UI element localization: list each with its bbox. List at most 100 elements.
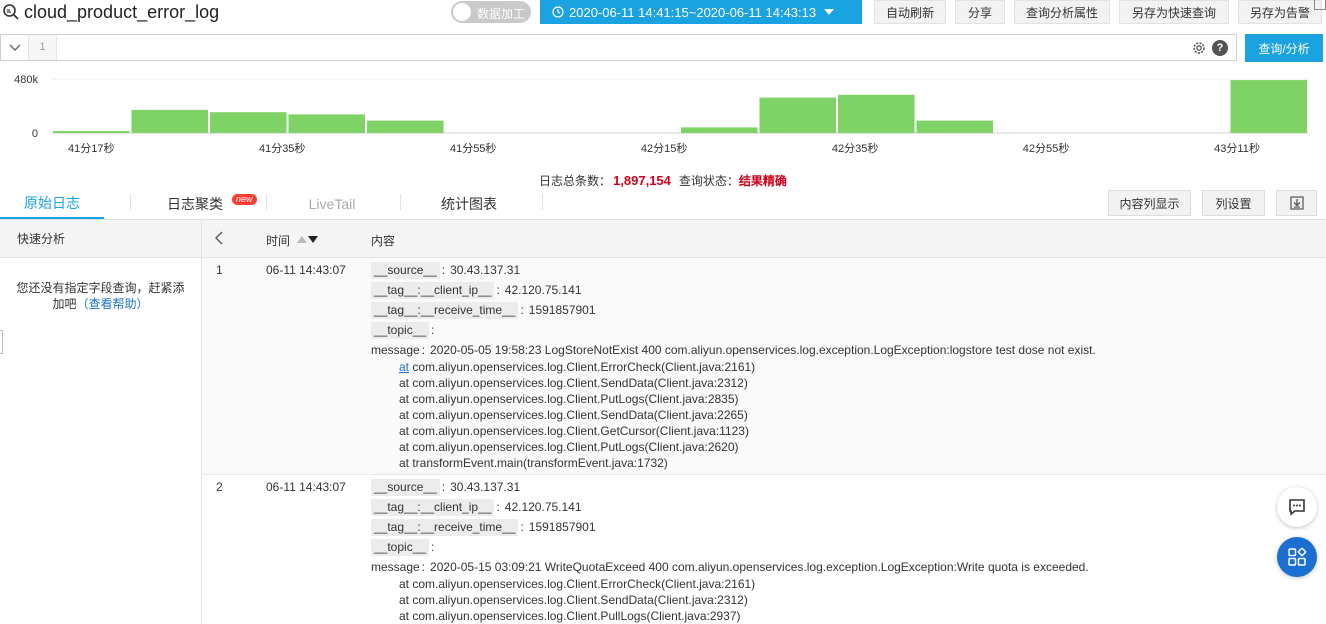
query-status-value: 结果精确 bbox=[738, 174, 787, 188]
apps-menu-button[interactable] bbox=[1277, 537, 1317, 577]
stack-trace: at com.aliyun.openservices.log.Client.Er… bbox=[371, 576, 1326, 624]
log-service-console: cloud_product_error_log 数据加工 2020-06-11 … bbox=[0, 0, 1326, 624]
stack-line: at com.aliyun.openservices.log.Client.Ge… bbox=[399, 424, 749, 438]
y-tick-label: 0 bbox=[32, 128, 38, 140]
field-value[interactable]: 1591857901 bbox=[529, 519, 596, 535]
histogram-bar[interactable] bbox=[916, 120, 994, 133]
tab-livetail[interactable]: LiveTail bbox=[290, 188, 374, 219]
line-number: 1 bbox=[29, 35, 57, 60]
tab-log-cluster[interactable]: 日志聚类 bbox=[150, 188, 240, 219]
sidebar-resize-handle[interactable] bbox=[0, 330, 3, 354]
tab-raw-logs[interactable]: 原始日志 bbox=[0, 188, 104, 219]
field-value[interactable]: 1591857901 bbox=[529, 302, 596, 318]
field-key[interactable]: __tag__:__client_ip__ bbox=[371, 281, 495, 299]
more-icon[interactable] bbox=[1314, 0, 1326, 10]
search-icon[interactable] bbox=[2, 3, 20, 21]
stack-text: com.aliyun.openservices.log.Client.Error… bbox=[409, 360, 756, 374]
tab-log-cluster-label: 日志聚类 bbox=[167, 195, 223, 212]
content-column-display-button[interactable]: 内容列显示 bbox=[1108, 190, 1191, 216]
field-line: __tag__:__receive_time__:1591857901 bbox=[371, 517, 1326, 537]
apps-icon bbox=[1288, 547, 1307, 566]
editor-collapse-toggle[interactable] bbox=[1, 35, 29, 60]
field-key[interactable]: __source__ bbox=[371, 261, 440, 279]
field-line: __topic__: bbox=[371, 320, 1326, 340]
field-line: __source__:30.43.137.31 bbox=[371, 260, 1326, 280]
message-line: message:2020-05-05 19:58:23 LogStoreNotE… bbox=[371, 342, 1096, 358]
tab-statistics-chart[interactable]: 统计图表 bbox=[424, 188, 514, 219]
stack-line: at com.aliyun.openservices.log.Client.Pu… bbox=[399, 392, 739, 406]
histogram-bar[interactable] bbox=[838, 94, 915, 134]
histogram-bar[interactable] bbox=[367, 120, 444, 133]
query-input[interactable] bbox=[61, 37, 1181, 58]
message-value[interactable]: 2020-05-15 03:09:21 WriteQuotaExceed 400… bbox=[430, 559, 1089, 575]
auto-refresh-button[interactable]: 自动刷新 bbox=[874, 0, 946, 24]
y-tick-label: 480k bbox=[14, 74, 38, 86]
column-content: 内容 bbox=[371, 234, 396, 248]
field-key[interactable]: __topic__ bbox=[371, 538, 430, 556]
field-value[interactable]: 30.43.137.31 bbox=[450, 262, 520, 278]
download-button[interactable] bbox=[1276, 190, 1317, 216]
new-badge: new bbox=[232, 194, 257, 205]
help-link[interactable]: （查看帮助） bbox=[77, 297, 149, 311]
field-value[interactable]: 42.120.75.141 bbox=[505, 282, 582, 298]
data-processing-toggle[interactable]: 数据加工 bbox=[451, 1, 531, 23]
stack-link[interactable]: at bbox=[399, 360, 409, 374]
field-key[interactable]: __topic__ bbox=[371, 321, 430, 339]
field-key[interactable]: __tag__:__client_ip__ bbox=[371, 498, 495, 516]
x-tick-label: 42分35秒 bbox=[832, 141, 878, 155]
x-tick-label: 43分11秒 bbox=[1214, 141, 1260, 155]
field-key[interactable]: message bbox=[371, 559, 420, 575]
feedback-chat-button[interactable] bbox=[1277, 487, 1317, 527]
stack-line: at com.aliyun.openservices.log.Client.Er… bbox=[399, 577, 756, 591]
gear-icon[interactable] bbox=[1191, 40, 1207, 56]
histogram-bar[interactable] bbox=[681, 127, 758, 133]
share-button[interactable]: 分享 bbox=[955, 0, 1005, 24]
histogram-bar[interactable] bbox=[210, 112, 287, 133]
stack-line: at com.aliyun.openservices.log.Client.Er… bbox=[399, 359, 1326, 375]
message-value[interactable]: 2020-05-05 19:58:23 LogStoreNotExist 400… bbox=[430, 342, 1096, 358]
histogram-bar[interactable] bbox=[288, 114, 366, 133]
field-value[interactable]: 30.43.137.31 bbox=[450, 479, 520, 495]
quick-analysis-empty-note: 您还没有指定字段查询，赶紧添加吧（查看帮助） bbox=[0, 258, 201, 312]
download-icon bbox=[1289, 196, 1304, 210]
message-line: message:2020-05-15 03:09:21 WriteQuotaEx… bbox=[371, 559, 1089, 575]
save-quick-query-button[interactable]: 另存为快速查询 bbox=[1119, 0, 1229, 24]
row-index: 2 bbox=[216, 480, 223, 494]
stack-line: at com.aliyun.openservices.log.Client.Pu… bbox=[399, 440, 739, 454]
help-icon[interactable]: ? bbox=[1212, 40, 1228, 56]
histogram-bar[interactable] bbox=[1230, 80, 1308, 133]
field-key[interactable]: __tag__:__receive_time__ bbox=[371, 518, 519, 536]
time-range-picker[interactable]: 2020-06-11 14:41:15~2020-06-11 14:43:13 bbox=[540, 0, 862, 24]
tab-divider bbox=[130, 194, 131, 210]
histogram-bar[interactable] bbox=[131, 109, 209, 133]
tab-divider bbox=[542, 194, 543, 210]
save-alert-button[interactable]: 另存为告警 bbox=[1238, 0, 1322, 24]
query-attributes-button[interactable]: 查询分析属性 bbox=[1014, 0, 1110, 24]
query-editor: 1 ? bbox=[0, 34, 1237, 61]
x-tick-label: 42分55秒 bbox=[1023, 141, 1069, 155]
field-value[interactable]: 42.120.75.141 bbox=[505, 499, 582, 515]
field-key[interactable]: message bbox=[371, 342, 420, 358]
query-summary: 日志总条数： 1,897,154 查询状态：结果精确 bbox=[0, 172, 1326, 189]
field-key[interactable]: __source__ bbox=[371, 478, 440, 496]
query-analyze-button[interactable]: 查询/分析 bbox=[1245, 34, 1323, 62]
chevron-down-icon bbox=[9, 44, 20, 51]
sort-icon[interactable] bbox=[297, 235, 319, 243]
query-status-label: 查询状态： bbox=[678, 174, 739, 188]
stack-trace: at com.aliyun.openservices.log.Client.Er… bbox=[371, 359, 1326, 471]
field-line: __source__:30.43.137.31 bbox=[371, 477, 1326, 497]
chevron-left-icon[interactable] bbox=[214, 231, 224, 245]
total-count-label: 日志总条数： bbox=[539, 174, 612, 188]
field-key[interactable]: __tag__:__receive_time__ bbox=[371, 301, 519, 319]
histogram-bar[interactable] bbox=[53, 131, 130, 133]
row-content: __source__:30.43.137.31 __tag__:__client… bbox=[371, 475, 1326, 624]
quick-analysis-title: 快速分析 bbox=[0, 220, 201, 258]
stack-line: at com.aliyun.openservices.log.Client.Se… bbox=[399, 408, 748, 422]
field-line: __tag__:__client_ip__:42.120.75.141 bbox=[371, 497, 1326, 517]
chat-icon bbox=[1289, 499, 1305, 516]
time-range-text: 2020-06-11 14:41:15~2020-06-11 14:43:13 bbox=[569, 4, 817, 20]
field-line: __topic__: bbox=[371, 537, 1326, 557]
column-settings-button[interactable]: 列设置 bbox=[1202, 190, 1265, 216]
histogram-bar[interactable] bbox=[759, 97, 837, 133]
x-tick-label: 41分55秒 bbox=[450, 141, 496, 155]
